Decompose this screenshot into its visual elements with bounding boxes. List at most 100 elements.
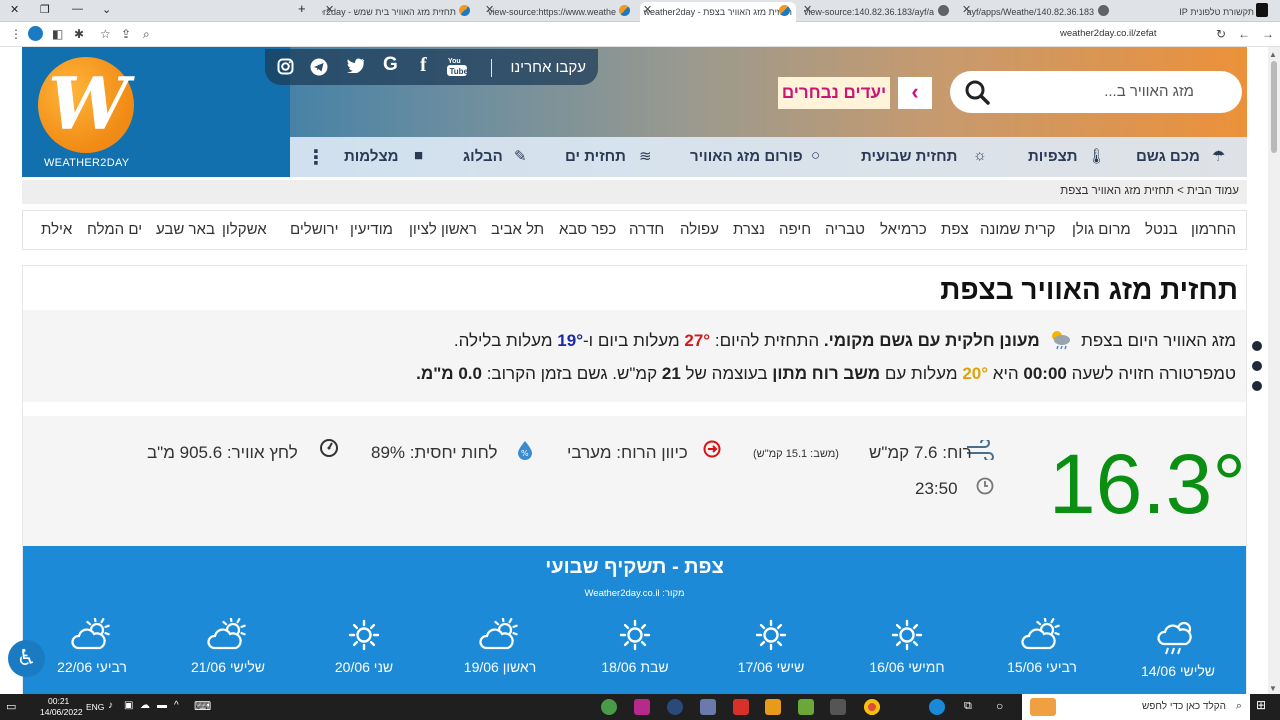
more-menu-icon[interactable]: ⋮	[306, 145, 326, 170]
city-link[interactable]: חדרה	[629, 221, 664, 238]
city-link[interactable]: חיפה	[779, 221, 811, 238]
nav-blog[interactable]: הבלוג	[463, 148, 503, 165]
minimize-window-icon[interactable]: —	[72, 3, 83, 15]
carousel-dot[interactable]	[1252, 361, 1262, 371]
taskbar-search[interactable]: הקלד כאן כדי לחפש ⌕	[1022, 694, 1250, 720]
forecast-day[interactable]: שבת 18/06	[585, 618, 685, 675]
city-link[interactable]: החרמון	[1191, 221, 1236, 238]
search-input[interactable]: מזג האוויר ב...	[1104, 83, 1194, 100]
carousel-dot[interactable]	[1252, 341, 1262, 351]
city-link[interactable]: בנטל	[1145, 221, 1178, 238]
close-tab-icon[interactable]: ✕	[962, 3, 971, 16]
scroll-up-icon[interactable]: ▲	[1269, 50, 1277, 59]
accessibility-icon[interactable]: ♿	[8, 640, 45, 677]
tab-view-source-ip[interactable]: view-source:140.82.36.183/ayf/a	[800, 2, 938, 22]
close-tab-icon[interactable]: ✕	[803, 3, 812, 16]
keyboard-icon[interactable]: ⌨	[194, 699, 211, 713]
input-language[interactable]: ENG	[86, 702, 104, 712]
forecast-day[interactable]: רביעי 15/06	[992, 616, 1092, 675]
scroll-down-icon[interactable]: ▼	[1269, 684, 1277, 693]
url-field[interactable]: weather2day.co.il/zefat	[1060, 28, 1156, 39]
city-link[interactable]: מודיעין	[350, 221, 393, 238]
forecast-day[interactable]: חמישי 16/06	[857, 618, 957, 675]
bookmark-star-icon[interactable]: ☆	[100, 27, 111, 41]
cortana-icon[interactable]: ○	[996, 699, 1003, 713]
telegram-icon[interactable]	[310, 58, 328, 81]
tray-expand-icon[interactable]: ^	[174, 700, 179, 711]
reload-icon[interactable]: ↻	[1216, 27, 1226, 41]
tab-view-source-www[interactable]: view-source:https://www.weathe	[484, 2, 620, 22]
taskbar-app-icon[interactable]	[667, 699, 683, 715]
clock-time[interactable]: 00:21	[48, 696, 69, 706]
task-view-icon[interactable]: ⧉	[964, 700, 972, 713]
nav-observations[interactable]: תצפיות	[1028, 148, 1078, 165]
breadcrumb[interactable]: עמוד הבית > תחזית מזג האוויר בצפת	[22, 180, 1247, 204]
city-link[interactable]: ירושלים	[290, 221, 338, 238]
taskbar-app-icon[interactable]	[601, 699, 617, 715]
city-link[interactable]: ים המלח	[87, 221, 142, 238]
notification-icon[interactable]: ▭	[6, 700, 16, 713]
taskbar-app-icon[interactable]	[634, 699, 650, 715]
taskbar-app-icon[interactable]	[798, 699, 814, 715]
city-link[interactable]: קרית שמונה	[980, 221, 1055, 238]
volume-icon[interactable]: ♪	[108, 700, 113, 711]
taskbar-app-icon[interactable]	[765, 699, 781, 715]
new-tab-button[interactable]: +	[298, 1, 306, 16]
city-link[interactable]: אילת	[41, 221, 72, 238]
city-link[interactable]: באר שבע	[156, 221, 215, 238]
close-window-icon[interactable]: ✕	[10, 3, 19, 16]
taskbar-app-icon[interactable]	[830, 699, 846, 715]
forecast-day[interactable]: ראשון 19/06	[450, 616, 550, 675]
zoom-icon[interactable]: ⌕	[143, 27, 150, 42]
twitter-icon[interactable]	[347, 58, 365, 78]
share-icon[interactable]: ⇪	[121, 27, 131, 41]
nav-weekly-forecast[interactable]: תחזית שבועית	[861, 148, 957, 165]
close-tab-icon[interactable]: ✕	[643, 3, 652, 16]
weather-widget-icon[interactable]	[1030, 698, 1056, 716]
nav-weather-forum[interactable]: פורום מזג האוויר	[690, 148, 803, 165]
cloud-icon[interactable]: ☁	[140, 700, 150, 711]
profile-icon[interactable]	[1256, 3, 1268, 17]
city-link[interactable]: טבריה	[825, 221, 865, 238]
windows-start-icon[interactable]: ⊞	[1256, 698, 1266, 712]
tab-list-chevron-icon[interactable]: ⌄	[102, 3, 111, 16]
google-icon[interactable]: G	[383, 54, 398, 76]
city-link[interactable]: תל אביב	[491, 221, 544, 238]
city-link[interactable]: נצרת	[733, 221, 765, 238]
scrollbar[interactable]	[1268, 47, 1280, 694]
restore-window-icon[interactable]: ❐	[40, 3, 50, 16]
nav-rain-radar[interactable]: מכם גשם	[1136, 148, 1200, 165]
taskbar-search-input[interactable]: הקלד כאן כדי לחפש	[1142, 701, 1226, 712]
forward-arrow-icon[interactable]: →	[1262, 27, 1274, 41]
close-tab-icon[interactable]: ✕	[485, 3, 494, 16]
logo[interactable]: W WEATHER2DAY	[22, 47, 290, 177]
youtube-icon[interactable]: You Tube	[447, 55, 469, 82]
city-link[interactable]: ראשון לציון	[409, 221, 477, 238]
taskbar-app-icon[interactable]	[733, 699, 749, 715]
search-icon[interactable]	[964, 79, 990, 110]
city-link[interactable]: צפת	[941, 221, 969, 238]
city-link[interactable]: כרמיאל	[880, 221, 927, 238]
network-icon[interactable]: ▬	[157, 700, 167, 711]
taskbar-app-icon[interactable]	[700, 699, 716, 715]
forecast-day[interactable]: שישי 17/06	[721, 618, 821, 675]
city-link[interactable]: אשקלון	[222, 221, 267, 238]
extension-icon[interactable]	[28, 26, 43, 41]
display-icon[interactable]: ▣	[124, 700, 133, 711]
nav-sea-forecast[interactable]: תחזית ים	[565, 148, 626, 165]
tab-safed-forecast[interactable]: תחזית מזג האוויר בצפת - weather2day	[640, 2, 796, 22]
nav-cameras[interactable]: מצלמות	[344, 148, 399, 165]
forecast-day[interactable]: רביעי 22/06	[42, 616, 142, 675]
edge-icon[interactable]	[929, 699, 945, 715]
tab-ip-telephony[interactable]: תקשורת טלפונית IP	[1110, 2, 1258, 22]
extensions-puzzle-icon[interactable]: ✱	[74, 27, 84, 41]
chevron-left-icon[interactable]: ‹	[898, 77, 932, 109]
city-link[interactable]: מרום גולן	[1072, 221, 1131, 238]
forecast-day[interactable]: שלישי 21/06	[178, 616, 278, 675]
carousel-dot[interactable]	[1252, 381, 1262, 391]
chrome-icon[interactable]	[864, 699, 880, 715]
facebook-icon[interactable]: f	[420, 54, 427, 77]
close-tab-icon[interactable]: ✕	[325, 3, 334, 16]
scroll-thumb[interactable]	[1271, 61, 1277, 153]
sidebar-icon[interactable]: ◧	[52, 27, 63, 41]
